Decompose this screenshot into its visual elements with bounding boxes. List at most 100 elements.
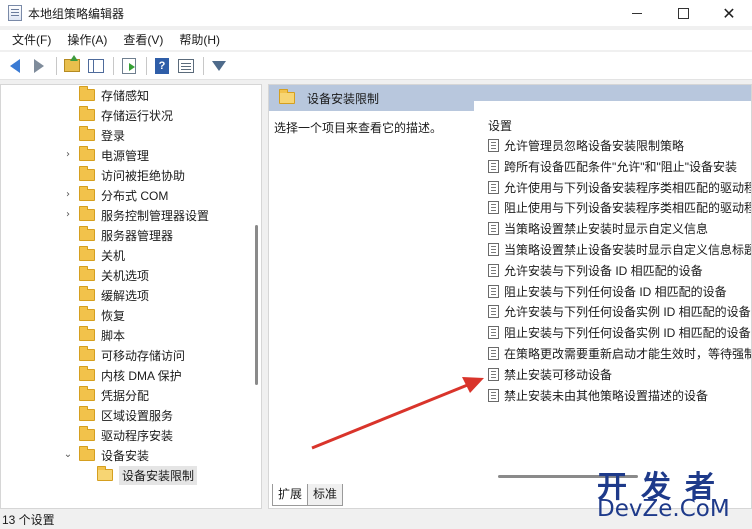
tree-item[interactable]: › 服务控制管理器设置: [66, 205, 209, 225]
policy-setting-icon: [488, 180, 499, 194]
policy-setting-icon: [488, 243, 499, 256]
tree-item[interactable]: 设备安装限制: [97, 465, 198, 485]
setting-label: 阻止使用与下列设备安装程序类相匹配的驱动程: [504, 201, 752, 216]
folder-icon: [79, 266, 95, 281]
folder-icon: [79, 206, 95, 221]
maximize-button[interactable]: [660, 0, 706, 26]
toolbar-separator: [203, 56, 204, 75]
setting-item[interactable]: 允许使用与下列设备安装程序类相匹配的驱动程: [488, 177, 752, 198]
menu-file[interactable]: 文件(F): [4, 30, 59, 50]
setting-item[interactable]: 允许安装与下列设备 ID 相匹配的设备: [488, 260, 703, 281]
setting-item[interactable]: 允许管理员忽略设备安装限制策略: [488, 135, 684, 156]
tree-item[interactable]: 访问被拒绝协助: [79, 165, 185, 185]
folder-icon: [79, 286, 95, 301]
setting-label: 阻止安装与下列任何设备实例 ID 相匹配的设备: [504, 326, 751, 341]
settings-column-header[interactable]: 设置: [488, 117, 512, 134]
setting-label: 禁止安装可移动设备: [504, 367, 613, 382]
tree-item[interactable]: 关机选项: [79, 265, 149, 285]
menu-view[interactable]: 查看(V): [115, 30, 171, 50]
folder-icon: [97, 466, 113, 481]
title-bar: 本地组策略编辑器 ✕: [0, 0, 752, 26]
minimize-button[interactable]: [614, 0, 660, 26]
tree-item-label: 关机: [101, 248, 126, 263]
policy-setting-icon: [488, 201, 499, 215]
folder-icon: [79, 186, 95, 201]
setting-item[interactable]: 在策略更改需要重新启动才能生效时，等待强制: [488, 343, 751, 364]
tree-item[interactable]: 可移动存储访问: [79, 345, 185, 365]
policy-setting-icon: [488, 263, 499, 277]
setting-item[interactable]: 阻止安装与下列任何设备 ID 相匹配的设备: [488, 281, 727, 302]
tree-item[interactable]: 内核 DMA 保护: [79, 365, 182, 385]
window-controls: ✕: [614, 0, 752, 26]
back-button[interactable]: [4, 55, 26, 77]
setting-item[interactable]: 当策略设置禁止安装时显示自定义信息: [488, 218, 708, 239]
tree-item-label: 服务器管理器: [101, 228, 174, 243]
tree-item[interactable]: 恢复: [79, 305, 125, 325]
tab-extended[interactable]: 扩展: [272, 484, 309, 506]
show-hide-tree-button[interactable]: [85, 55, 107, 77]
setting-item[interactable]: 当策略设置禁止设备安装时显示自定义信息标题: [488, 239, 751, 260]
tree-item[interactable]: 驱动程序安装: [79, 425, 173, 445]
chevron-right-icon[interactable]: ›: [63, 190, 73, 200]
export-list-button[interactable]: [118, 55, 140, 77]
tree-item[interactable]: › 分布式 COM: [66, 185, 169, 205]
tree-item[interactable]: 登录: [79, 125, 125, 145]
policy-setting-icon: [488, 367, 499, 381]
chevron-right-icon[interactable]: ›: [63, 150, 73, 160]
window-title: 本地组策略编辑器: [28, 6, 125, 21]
setting-item[interactable]: 阻止使用与下列设备安装程序类相匹配的驱动程: [488, 197, 752, 218]
tree-item[interactable]: 关机: [79, 245, 125, 265]
tree-item[interactable]: 区域设置服务: [79, 405, 173, 425]
help-icon: ?: [155, 57, 169, 74]
settings-list: 设置 允许管理员忽略设备安装限制策略跨所有设备匹配条件"允许"和"阻止"设备安装…: [474, 101, 752, 481]
tree-item-label: 分布式 COM: [101, 188, 169, 203]
help-button[interactable]: ?: [151, 55, 173, 77]
tree-item[interactable]: 存储运行状况: [79, 105, 173, 125]
setting-label: 允许管理员忽略设备安装限制策略: [504, 139, 685, 153]
tree-item[interactable]: ⌄ 设备安装: [64, 445, 149, 465]
policy-setting-icon: [488, 159, 499, 173]
tree-item[interactable]: 脚本: [79, 325, 125, 345]
details-header-title: 设备安装限制: [307, 91, 380, 106]
policy-setting-icon: [488, 305, 499, 319]
folder-icon: [79, 106, 95, 121]
properties-icon: [178, 58, 194, 73]
folder-up-icon: [64, 55, 80, 72]
tree-item[interactable]: 存储感知: [79, 85, 149, 105]
menu-action[interactable]: 操作(A): [59, 30, 115, 50]
policy-setting-icon: [488, 139, 499, 152]
watermark: 开发者 DevZe.CoM: [597, 462, 747, 526]
tree-item-label: 存储运行状况: [101, 108, 174, 123]
back-arrow-icon: [10, 58, 20, 73]
chevron-right-icon[interactable]: ›: [63, 210, 73, 220]
close-button[interactable]: ✕: [706, 0, 752, 26]
tree-pane[interactable]: 存储感知存储运行状况登录 › 电源管理 访问被拒绝协助 › 分布式 COM › 服务控制管理器…: [0, 84, 262, 509]
tree-item-label: 关机选项: [101, 268, 150, 283]
setting-item[interactable]: 禁止安装可移动设备: [488, 364, 612, 385]
setting-item[interactable]: 禁止安装未由其他策略设置描述的设备: [488, 385, 708, 406]
folder-icon: [79, 386, 95, 401]
setting-item[interactable]: 阻止安装与下列任何设备实例 ID 相匹配的设备: [488, 322, 751, 343]
setting-label: 允许使用与下列设备安装程序类相匹配的驱动程: [504, 180, 752, 195]
details-pane: 设备安装限制 选择一个项目来查看它的描述。 设置 允许管理员忽略设备安装限制策略…: [268, 84, 752, 509]
tree-item[interactable]: 缓解选项: [79, 285, 149, 305]
tree-item[interactable]: › 电源管理: [66, 145, 149, 165]
setting-item[interactable]: 跨所有设备匹配条件"允许"和"阻止"设备安装: [488, 156, 737, 177]
menu-help[interactable]: 帮助(H): [171, 30, 228, 50]
properties-button[interactable]: [175, 55, 197, 77]
view-tabs: 扩展 标准: [272, 484, 344, 506]
setting-label: 允许安装与下列设备 ID 相匹配的设备: [504, 263, 703, 278]
setting-label: 禁止安装未由其他策略设置描述的设备: [504, 388, 709, 403]
up-one-level-button[interactable]: [61, 55, 83, 77]
policy-setting-icon: [488, 347, 499, 360]
tree-scrollbar[interactable]: [255, 225, 258, 385]
tree-item[interactable]: 服务器管理器: [79, 225, 173, 245]
setting-item[interactable]: 允许安装与下列任何设备实例 ID 相匹配的设备: [488, 301, 751, 322]
tree-item[interactable]: 凭据分配: [79, 385, 149, 405]
forward-button[interactable]: [28, 55, 50, 77]
folder-icon: [79, 426, 95, 441]
tab-standard[interactable]: 标准: [307, 484, 344, 506]
filter-button[interactable]: [208, 55, 230, 77]
toolbar: ?: [0, 52, 752, 80]
chevron-down-icon[interactable]: ⌄: [63, 450, 73, 460]
